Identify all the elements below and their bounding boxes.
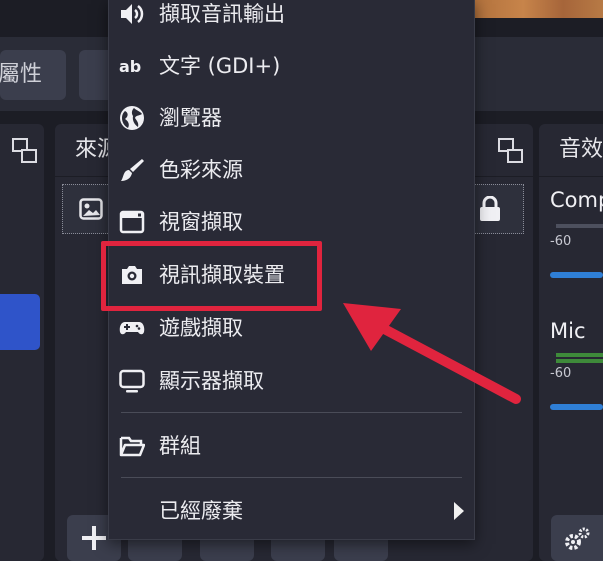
volume-meter <box>556 353 603 357</box>
mixer-channel-name: Comp <box>550 188 603 212</box>
speaker-icon <box>121 4 144 24</box>
image-icon <box>79 198 103 220</box>
submenu-arrow-icon <box>454 502 464 520</box>
menu-item-label: 瀏覽器 <box>159 106 222 130</box>
monitor-icon <box>119 369 145 393</box>
mixer-settings-button[interactable] <box>551 515 603 561</box>
undock-icon[interactable] <box>12 138 38 164</box>
volume-meter <box>556 359 603 363</box>
mixer-channel-name: Mic <box>550 319 586 343</box>
volume-slider[interactable] <box>550 404 603 410</box>
menu-item-label: 擷取音訊輸出 <box>159 2 285 26</box>
lock-icon[interactable] <box>479 196 501 222</box>
volume-meter <box>556 224 603 228</box>
menu-item-browser[interactable]: 瀏覽器 <box>109 92 474 144</box>
undock-icon[interactable] <box>498 138 524 164</box>
menu-item-audio-output-capture[interactable]: 擷取音訊輸出 <box>109 0 474 40</box>
menu-separator <box>121 477 462 478</box>
gamepad-icon <box>119 322 145 335</box>
audio-mixer-title: 音效 <box>559 137 603 162</box>
menu-item-label: 顯示器擷取 <box>159 369 264 393</box>
menu-item-label: 色彩來源 <box>159 158 243 182</box>
annotation-arrow <box>343 303 521 404</box>
globe-icon <box>120 106 144 130</box>
properties-label: 屬性 <box>0 62 43 87</box>
menu-item-deprecated[interactable]: 已經廢棄 <box>109 485 474 537</box>
meter-tick-label: -60 <box>550 366 572 381</box>
window-icon <box>119 210 145 234</box>
folder-icon <box>119 436 145 457</box>
menu-item-label: 文字 (GDI+) <box>159 54 281 78</box>
volume-slider[interactable] <box>550 272 603 278</box>
selected-scene-item[interactable] <box>0 294 40 350</box>
highlight-box <box>101 241 322 311</box>
gears-icon <box>565 527 590 550</box>
menu-item-label: 已經廢棄 <box>159 499 243 523</box>
properties-button[interactable]: 屬性 <box>0 50 66 100</box>
menu-item-label: 群組 <box>159 434 201 458</box>
paint-brush-icon <box>121 159 144 181</box>
preview-image-strip <box>470 0 603 18</box>
svg-text:ab: ab <box>119 57 141 76</box>
plus-icon <box>82 526 106 550</box>
menu-item-text-gdi[interactable]: ab 文字 (GDI+) <box>109 40 474 92</box>
menu-item-color-source[interactable]: 色彩來源 <box>109 144 474 196</box>
audio-mixer-header: 音效 <box>539 124 603 177</box>
menu-item-group[interactable]: 群組 <box>109 420 474 472</box>
meter-tick-label: -60 <box>550 234 572 249</box>
text-ab-icon: ab <box>119 57 141 76</box>
